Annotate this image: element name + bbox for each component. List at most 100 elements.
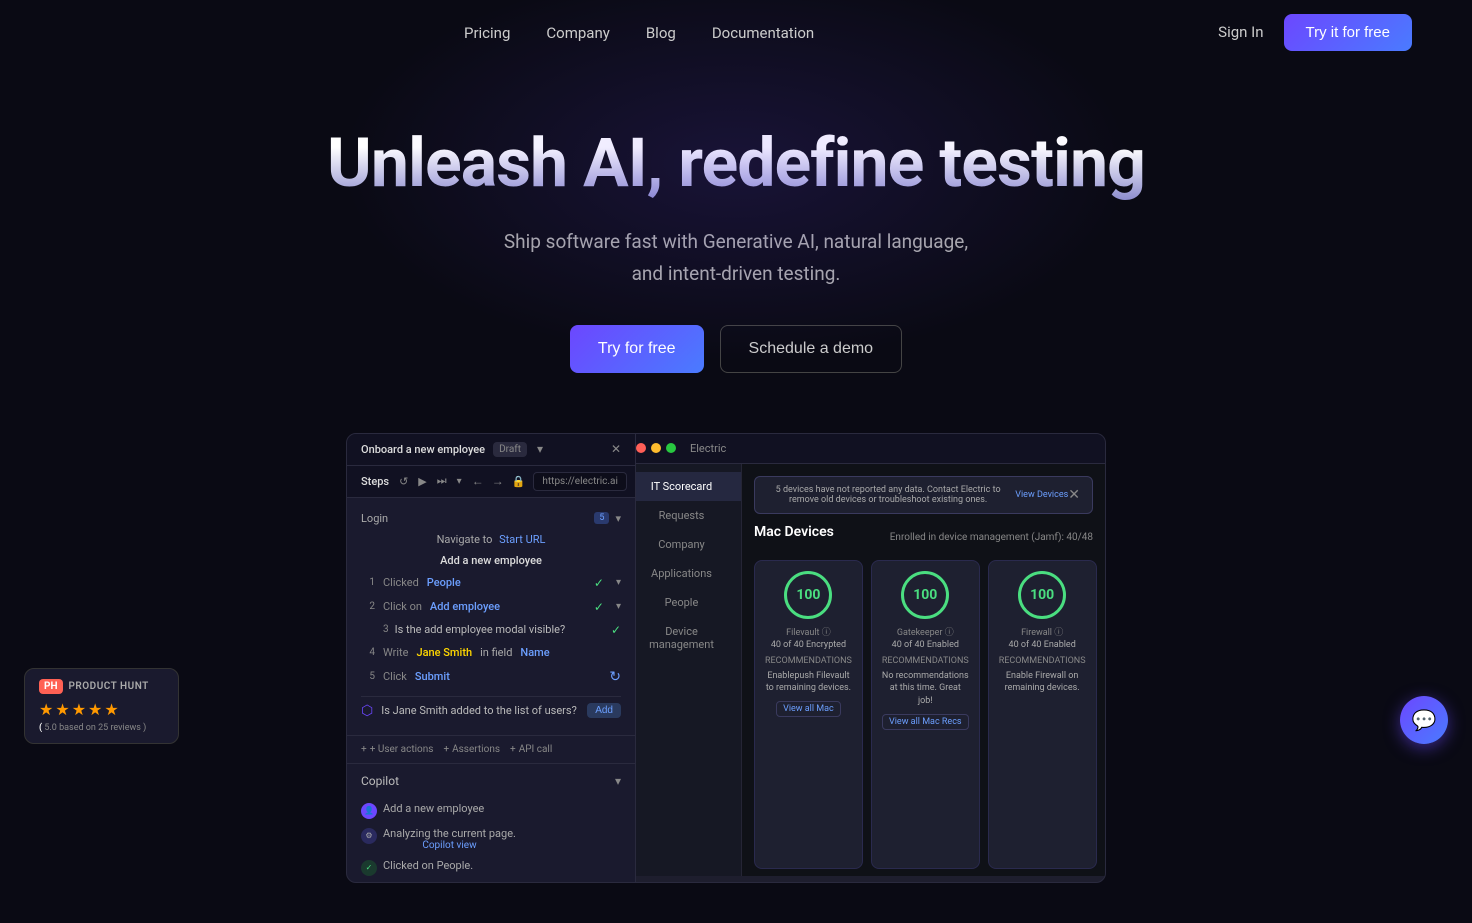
loading-icon-5: ↻ [609,669,621,685]
copilot-item-2: ⚙ Analyzing the current page. Copilot vi… [361,823,621,855]
arrow-left-icon[interactable]: ← [472,474,484,488]
firewall-label: Firewall ⓘ [999,625,1086,638]
filevault-sub: 40 of 40 Encrypted [765,640,852,650]
navbar: relicx Pricing Company Blog Documentatio… [0,0,1472,64]
nav-it-scorecard[interactable]: IT Scorecard [622,472,741,501]
person-icon: 👤 [361,803,377,819]
product-hunt-badge[interactable]: PH PRODUCT HUNT ★ ★ ★ ★ ★ ( 5.0 based on… [24,668,179,744]
ph-review-text: ( 5.0 based on 25 reviews ) [39,723,164,733]
chevron-down-copilot[interactable]: ▾ [615,774,621,788]
nav-applications[interactable]: Applications [622,559,741,588]
plus-icon-3: + [510,744,516,755]
nav-link-pricing[interactable]: Pricing [464,24,510,42]
copilot-item-3: ✓ Clicked on People. [361,855,621,880]
gatekeeper-circle: 100 [901,571,949,619]
browser-app-title: Electric [690,442,726,455]
nav-link-blog[interactable]: Blog [646,24,676,42]
step-1: 1 Clicked People ✓ ▾ [361,571,621,595]
ph-logo: PH [39,679,63,694]
api-call-tag[interactable]: + API call [510,744,552,755]
reload-icon[interactable]: ↻ [635,475,636,488]
final-question-step: ⬡ Is Jane Smith added to the list of use… [361,696,621,725]
try-free-hero-button[interactable]: Try for free [570,325,704,373]
copilot-text-2: Analyzing the current page. [383,827,516,840]
user-actions-tag[interactable]: + + User actions [361,744,433,755]
fullscreen-dot [666,443,676,453]
steps-label: Steps [361,475,389,488]
step-num-4: 4 [361,647,375,658]
nav-link-company[interactable]: Company [546,24,609,42]
chat-icon: 💬 [1412,708,1437,732]
url-bar[interactable]: https://electric.ai [533,472,627,491]
nav-links: Pricing Company Blog Documentation [464,23,814,42]
hero-subtext: Ship software fast with Generative AI, n… [426,226,1046,289]
step-num-3: 3 [383,624,389,635]
final-question-text: Is Jane Smith added to the list of users… [381,704,577,717]
copilot-view-link[interactable]: Copilot view [383,840,516,851]
electric-app-content: IT Scorecard Requests Company Applicatio… [622,464,1105,876]
nav-right: Sign In Try it for free [1218,14,1412,51]
ph-badge-header: PH PRODUCT HUNT [39,679,164,694]
play-icon[interactable]: ▶ [418,475,426,488]
firewall-circle: 100 [1018,571,1066,619]
close-icon[interactable]: ✕ [611,442,621,456]
mac-enrolled: Enrolled in device management (Jamf): 40… [890,532,1093,543]
banner-close-1[interactable]: ✕ [1068,487,1080,503]
sign-in-link[interactable]: Sign In [1218,23,1263,41]
step-4: 4 Write Jane Smith in field Name [361,641,621,664]
fast-forward-icon[interactable]: ⏭ [437,474,447,488]
gear-icon: ⚙ [361,828,377,844]
hero-heading: Unleash AI, redefine testing [20,124,1452,202]
star-3: ★ [72,700,86,719]
ph-based-on: based on 25 reviews [59,723,141,733]
step-value-5: Submit [415,670,450,683]
nav-people[interactable]: People [622,588,741,617]
step-value-4: Jane Smith [416,646,472,659]
expand-icon-2[interactable]: ▾ [616,601,621,612]
step-check-1: ✓ [594,576,604,590]
robot-icon: ⬡ [361,703,373,719]
schedule-demo-button[interactable]: Schedule a demo [720,325,903,373]
browser-dots [636,443,676,453]
assertions-tag[interactable]: + Assertions [443,744,500,755]
add-employee-header: Add a new employee [361,550,621,571]
copilot-label: Copilot [361,774,399,788]
view-devices-link-1[interactable]: View Devices [1015,490,1068,500]
alert-banner-1: 5 devices have not reported any data. Co… [754,476,1093,514]
action-row: + + User actions + Assertions + API call [347,735,635,763]
filevault-card: 100 Filevault ⓘ 40 of 40 Encrypted Recom… [754,560,863,869]
step-3: 3 Is the add employee modal visible? ✓ [361,619,621,641]
app-sidebar: IT Scorecard Requests Company Applicatio… [622,464,742,876]
nav-device-management[interactable]: Device management [622,617,741,659]
panel-toolbar: Steps ↺ ▶ ⏭ ▾ ← → 🔒 https://electric.ai … [347,466,635,498]
ph-rating-value: 5.0 [44,723,57,733]
mac-title: Mac Devices [754,524,834,540]
filevault-view-all[interactable]: View all Mac [776,701,841,717]
copilot-text-3: Clicked on People. [383,859,473,872]
star-1: ★ [39,700,53,719]
ph-stars: ★ ★ ★ ★ ★ [39,700,164,719]
firewall-sub: 40 of 40 Enabled [999,640,1086,650]
nav-requests[interactable]: Requests [622,501,741,530]
chat-widget[interactable]: 💬 [1400,696,1448,744]
nav-company[interactable]: Company [622,530,741,559]
plus-icon-2: + [443,744,449,755]
step-action-5: Click [383,670,407,683]
copilot-section: Copilot ▾ 👤 Add a new employee ⚙ Analyzi… [347,763,635,883]
ph-title: PRODUCT HUNT [69,681,149,692]
expand-icon-1[interactable]: ▾ [616,577,621,588]
firewall-card: 100 Firewall ⓘ 40 of 40 Enabled Recommen… [988,560,1097,869]
mac-section-header: Mac Devices Enrolled in device managemen… [754,524,1093,552]
browser-panel: Electric IT Scorecard Requests Company A… [621,433,1106,883]
refresh-icon[interactable]: ↺ [399,475,408,488]
arrow-right-icon[interactable]: → [492,474,504,488]
click-icon-3: ✓ [361,860,377,876]
step-value-1: People [427,576,461,589]
add-button[interactable]: Add [587,703,621,718]
step-num-1: 1 [361,577,375,588]
browser-header: Electric [622,434,1105,464]
gatekeeper-view-all[interactable]: View all Mac Recs [882,714,969,730]
nav-link-documentation[interactable]: Documentation [712,24,814,42]
step-check-3: ✓ [611,623,621,637]
try-it-free-nav-button[interactable]: Try it for free [1284,14,1412,51]
